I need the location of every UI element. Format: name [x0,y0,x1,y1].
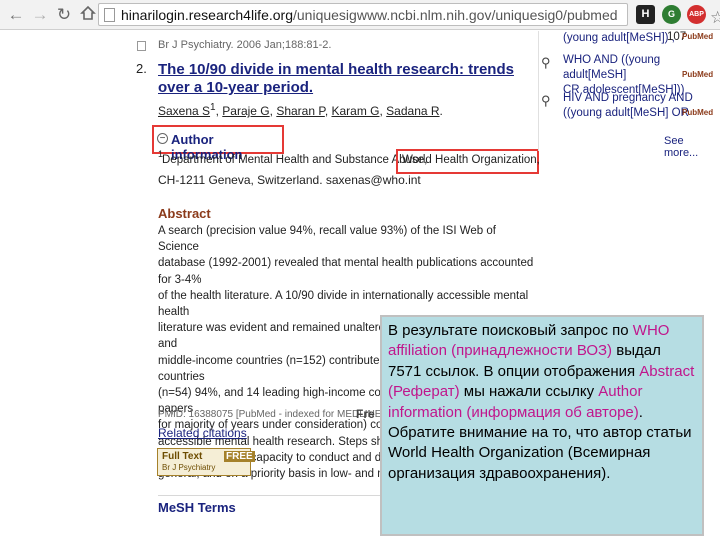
author-list: Saxena S1, Paraje G, Sharan P, Karam G, … [158,102,443,118]
extension-g-icon[interactable]: G [662,5,681,24]
search-query-line: ((young adult[MeSH] OR [563,107,689,119]
free-badge: FREE [224,451,255,462]
search-query-line: (young adult[MeSH]) , [563,32,675,44]
search-icon: ⚲ [541,55,551,70]
pubmed-badge: PubMed [682,70,714,79]
affiliation-department: Department of Mental Health and Substanc… [162,154,428,166]
author-link[interactable]: Sharan P [276,104,325,118]
home-icon[interactable] [78,5,98,25]
related-citations-link[interactable]: Related citations [158,426,247,440]
affiliation-address: CH-1211 Geneva, Switzerland. saxenas@who… [158,173,421,187]
search-query: HIV AND pregnancy AND ((young adult[MeSH… [563,91,693,121]
citation-source: Br J Psychiatry. 2006 Jan;188:81-2. [158,39,332,51]
abstract-line: database (1992-2001) revealed that menta… [158,257,534,286]
author-link[interactable]: Sadana R [386,104,439,118]
forward-arrow-icon[interactable]: → [30,5,50,25]
bookmark-star-icon[interactable]: ☆ [710,9,720,27]
pubmed-badge: PubMed [682,108,714,117]
pubmed-page: Br J Psychiatry. 2006 Jan;188:81-2. 2. T… [0,31,720,540]
author-link[interactable]: Paraje G [222,104,269,118]
extension-h-icon[interactable]: H [636,5,655,24]
select-checkbox[interactable] [137,41,146,51]
collapse-icon[interactable]: − [157,133,168,144]
pubmed-badge: PubMed [682,32,714,41]
address-bar[interactable]: hinarilogin.research4life.org/uniquesigw… [98,3,720,27]
author-link[interactable]: Saxena S [158,104,210,118]
pmid-line: PMID: 16388075 [PubMed - indexed for MED… [158,409,385,420]
see-more-link[interactable]: See more... [664,135,720,159]
result-number: 2. [136,61,147,76]
url-text[interactable]: hinarilogin.research4life.org/uniquesigw… [121,7,618,23]
browser-toolbar: ← → ↻ hinarilogin.research4life.org/uniq… [0,0,720,30]
abstract-line: A search (precision value 94%, recall va… [158,225,496,254]
search-query: (young adult[MeSH]) , [563,31,675,46]
full-text-button[interactable]: Full Text Br J Psychiatry FREE [157,448,255,476]
mesh-terms-toggle[interactable]: MeSH Terms [158,500,236,515]
free-article-note: Fre [356,407,375,421]
recent-activity-panel: (young adult[MeSH]) , 107 PubMed ⚲ WHO A… [538,31,720,159]
affiliation-who: World Health Organization, [402,154,540,166]
annotation-callout: В результате поисковый запрос по WHO aff… [380,315,704,536]
author-sup: 1 [210,102,216,113]
reload-icon[interactable]: ↻ [54,5,74,25]
full-text-label: Full Text [162,451,203,462]
url-host: hinarilogin.research4life.org [121,7,293,23]
search-query-line: HIV AND pregnancy AND [563,92,693,104]
article-title[interactable]: The 10/90 divide in mental health resear… [158,61,528,97]
author-link[interactable]: Karam G [331,104,379,118]
search-icon: ⚲ [541,93,551,108]
back-arrow-icon[interactable]: ← [6,5,26,25]
page-icon [104,8,115,22]
adblock-icon[interactable]: ABP [687,5,706,24]
callout-text: мы нажали ссылку [459,383,599,401]
callout-text: В результате поисковый запрос по [388,322,633,339]
full-text-journal: Br J Psychiatry [162,463,216,472]
abstract-heading: Abstract [158,206,211,221]
author-information-toggle[interactable]: − Author information [152,125,284,162]
url-path: /uniquesigwww.ncbi.nlm.nih.gov/uniquesig… [293,7,618,23]
